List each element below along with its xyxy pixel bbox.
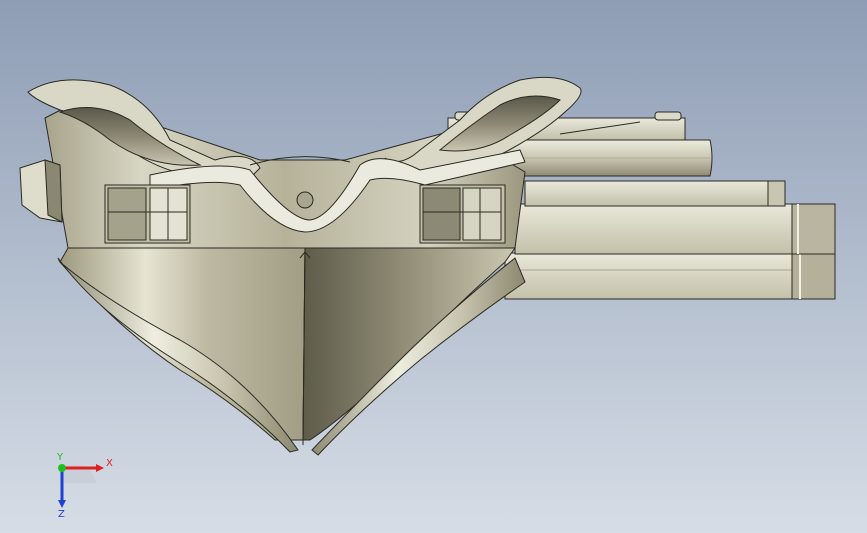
x-axis-head [96,464,104,472]
x-axis-label: X [106,458,113,469]
strap-clip-left[interactable] [19,159,63,223]
base-plate-middle[interactable] [514,203,836,255]
base-plate-upper[interactable] [524,180,786,207]
z-axis-label: Z [58,509,65,518]
3d-model-view[interactable] [0,0,867,533]
mask-chin-right[interactable] [302,247,516,441]
buckle-left[interactable] [104,184,191,244]
z-axis-head [58,500,66,508]
y-axis-dot [58,464,66,472]
y-axis-label: Y [56,452,64,463]
base-plate-lower[interactable] [504,252,836,300]
cad-viewport[interactable]: X Y Z [0,0,867,533]
orientation-triad: X Y Z [56,452,113,518]
buckle-right[interactable] [419,184,506,244]
